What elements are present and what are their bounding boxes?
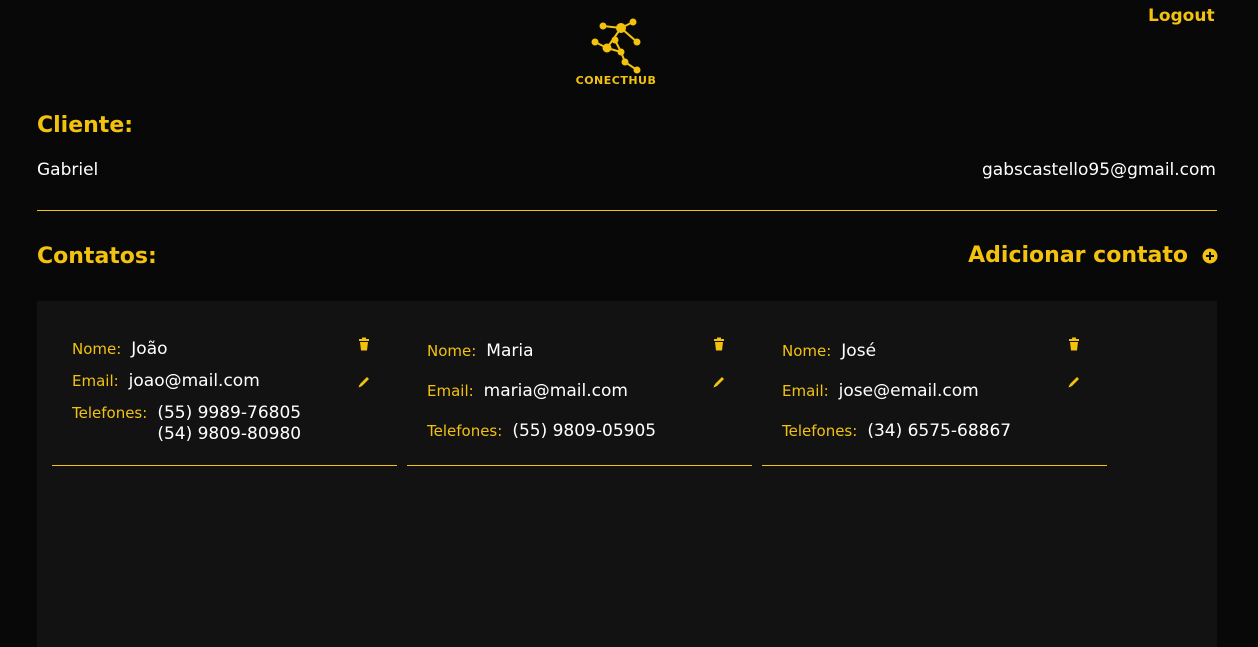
name-label: Nome:: [782, 342, 832, 360]
trash-icon[interactable]: [1067, 337, 1081, 351]
pencil-icon[interactable]: [1067, 375, 1081, 389]
contact-phone: (55) 9989-76805: [157, 403, 302, 423]
contact-email: jose@email.com: [838, 381, 979, 401]
email-label: Email:: [782, 382, 829, 400]
email-label: Email:: [72, 372, 119, 390]
add-contact-label: Adicionar contato: [968, 243, 1188, 268]
logo-text: CONECTHUB: [575, 74, 657, 87]
contact-card: Nome: Maria Email: maria@mail.com Telefo…: [407, 331, 752, 466]
contact-phone: (55) 9809-05905: [512, 421, 657, 441]
trash-icon[interactable]: [712, 337, 726, 351]
add-contact-button[interactable]: Adicionar contato: [968, 243, 1218, 268]
name-label: Nome:: [427, 342, 477, 360]
pencil-icon[interactable]: [712, 375, 726, 389]
logo: CONECTHUB: [566, 18, 666, 90]
client-title: Cliente:: [37, 113, 134, 138]
contact-email: joao@mail.com: [128, 371, 260, 391]
divider: [37, 210, 1217, 211]
contact-name: João: [131, 339, 168, 359]
logout-link[interactable]: Logout: [1148, 6, 1215, 26]
phones-label: Telefones:: [72, 404, 148, 422]
contact-card: Nome: João Email: joao@mail.com Telefone…: [52, 331, 397, 466]
contact-phone: (54) 9809-80980: [157, 424, 302, 444]
contact-name: José: [841, 341, 877, 361]
client-name: Gabriel: [37, 160, 99, 180]
network-nodes-icon: [591, 18, 641, 74]
plus-circle-icon: [1202, 248, 1218, 263]
trash-icon[interactable]: [357, 337, 371, 351]
contact-email: maria@mail.com: [483, 381, 628, 401]
contacts-panel: Nome: João Email: joao@mail.com Telefone…: [37, 301, 1217, 647]
contact-name: Maria: [486, 341, 534, 361]
contact-phone: (34) 6575-68867: [867, 421, 1012, 441]
pencil-icon[interactable]: [357, 375, 371, 389]
phones-label: Telefones:: [782, 422, 858, 440]
contacts-title: Contatos:: [37, 244, 157, 269]
contact-card: Nome: José Email: jose@email.com Telefon…: [762, 331, 1107, 466]
email-label: Email:: [427, 382, 474, 400]
phones-label: Telefones:: [427, 422, 503, 440]
name-label: Nome:: [72, 340, 122, 358]
client-email: gabscastello95@gmail.com: [981, 160, 1216, 180]
